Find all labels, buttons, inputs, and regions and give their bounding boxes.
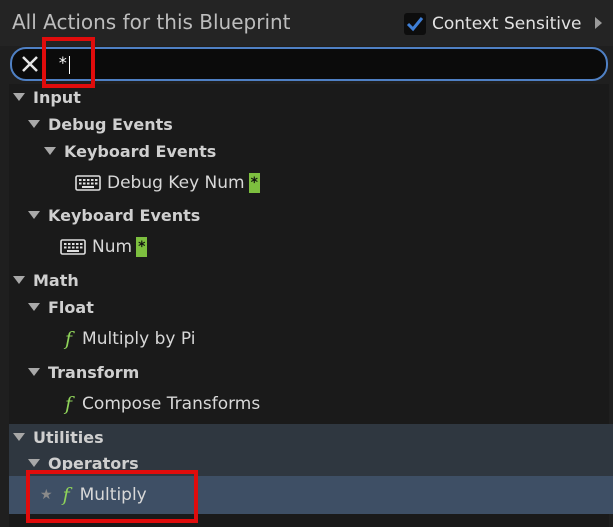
action-label: Compose Transforms (82, 394, 261, 414)
search-match-highlight: * (136, 237, 148, 257)
collapse-arrow-icon[interactable] (28, 211, 40, 219)
category-label: Float (48, 297, 94, 317)
action-tree[interactable]: Input Debug Events Keyboard Events Debug… (9, 84, 613, 527)
category-input[interactable]: Input (9, 84, 613, 110)
collapse-arrow-icon[interactable] (13, 276, 25, 284)
category-float[interactable]: Float (9, 294, 613, 320)
collapse-arrow-icon[interactable] (28, 368, 40, 376)
action-debug-key-num[interactable]: Debug Key Num * (9, 168, 613, 198)
keyboard-icon (60, 239, 86, 255)
checkmark-icon (406, 17, 424, 32)
menu-title: All Actions for this Blueprint (12, 10, 291, 34)
category-label: Utilities (33, 427, 104, 447)
function-icon: f (65, 393, 73, 415)
collapse-arrow-icon[interactable] (44, 147, 56, 155)
collapse-arrow-icon[interactable] (28, 459, 40, 467)
action-label: Debug Key Num (107, 173, 245, 193)
context-sensitive-toggle[interactable]: Context Sensitive (404, 12, 582, 36)
expand-arrow-icon[interactable] (595, 17, 602, 29)
clear-icon[interactable] (18, 52, 42, 76)
category-label: Input (33, 87, 81, 107)
category-keyboard-events[interactable]: Keyboard Events (9, 138, 613, 164)
function-icon: f (65, 328, 73, 350)
annotation-box-multiply (26, 470, 198, 523)
annotation-box-search (42, 37, 95, 88)
category-label: Keyboard Events (48, 205, 201, 225)
collapse-arrow-icon[interactable] (28, 120, 40, 128)
collapse-arrow-icon[interactable] (28, 303, 40, 311)
context-sensitive-label: Context Sensitive (432, 14, 582, 34)
collapse-arrow-icon[interactable] (13, 433, 25, 441)
category-label: Debug Events (48, 114, 173, 134)
category-label: Keyboard Events (64, 141, 217, 161)
action-compose-transforms[interactable]: f Compose Transforms (9, 389, 613, 419)
action-multiply-by-pi[interactable]: f Multiply by Pi (9, 324, 613, 354)
context-sensitive-checkbox[interactable] (404, 13, 426, 35)
keyboard-icon (75, 175, 101, 191)
category-label: Transform (48, 362, 140, 382)
search-box[interactable]: * (10, 47, 608, 81)
action-num[interactable]: Num * (9, 232, 613, 262)
category-keyboard-events[interactable]: Keyboard Events (9, 202, 613, 228)
category-transform[interactable]: Transform (9, 359, 613, 385)
action-label: Multiply by Pi (82, 329, 196, 349)
category-math[interactable]: Math (9, 267, 613, 293)
category-utilities[interactable]: Utilities (9, 424, 613, 450)
action-label: Num (92, 237, 133, 257)
collapse-arrow-icon[interactable] (13, 93, 25, 101)
category-label: Math (33, 270, 79, 290)
search-match-highlight: * (248, 173, 260, 193)
category-debug-events[interactable]: Debug Events (9, 111, 613, 137)
